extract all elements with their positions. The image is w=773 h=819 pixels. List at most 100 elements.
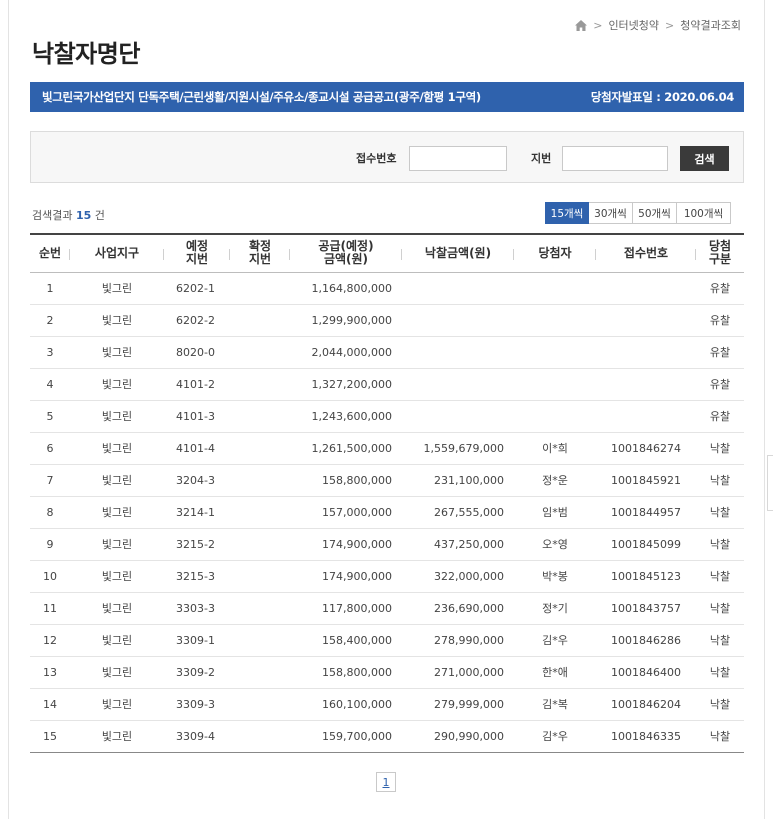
table-row: 14 빛그린 3309-3 160,100,000 279,999,000 김*복 1001… — [30, 688, 744, 720]
table-row: 7 빛그린 3204-3 158,800,000 231,100,000 정*운 10018… — [30, 464, 744, 496]
table-row: 11 빛그린 3303-3 117,800,000 236,690,000 정*기 1001… — [30, 592, 744, 624]
receipt-number-input[interactable] — [409, 146, 507, 171]
cell-winner: 박*봉 — [542, 570, 568, 583]
search-button[interactable]: 검색 — [680, 146, 729, 171]
cell-result-type: 낙찰 — [709, 506, 731, 519]
table-row: 12 빛그린 3309-1 158,400,000 278,990,000 김*우 1001… — [30, 624, 744, 656]
cell-winner — [514, 368, 596, 400]
lot-number-input[interactable] — [562, 146, 668, 171]
cell-bid-amount: 267,555,000 — [434, 505, 504, 519]
cell-district: 빛그린 — [101, 730, 133, 743]
cell-winner — [514, 400, 596, 432]
cell-winner — [514, 272, 596, 304]
cell-confirmed-lot — [230, 592, 290, 624]
cell-district: 빛그린 — [101, 666, 133, 679]
cell-confirmed-lot — [230, 688, 290, 720]
cell-seq: 1 — [46, 281, 54, 295]
home-icon[interactable] — [575, 19, 588, 31]
table-row: 5 빛그린 4101-3 1,243,600,000 유찰 — [30, 400, 744, 432]
cell-result-type: 유찰 — [709, 410, 731, 423]
cell-planned-lot: 4101-4 — [176, 441, 215, 455]
header-seq-line1: 순번 — [38, 245, 62, 260]
cell-planned-lot: 3214-1 — [176, 505, 215, 519]
result-count-number: 15 — [75, 209, 92, 222]
header-district-line1: 사업지구 — [94, 245, 140, 260]
cell-bid-amount — [402, 304, 514, 336]
cell-confirmed-lot — [230, 464, 290, 496]
breadcrumb-item-internet-subscription[interactable]: 인터넷청약 — [608, 17, 659, 33]
header-receipt-number-line1: 접수번호 — [623, 245, 669, 260]
cell-confirmed-lot — [230, 624, 290, 656]
pagination-page-1[interactable]: 1 — [376, 772, 396, 792]
cell-supply-amount: 174,900,000 — [322, 569, 392, 583]
cell-receipt-number: 1001846335 — [611, 729, 681, 743]
cell-seq: 5 — [46, 409, 54, 423]
cell-district: 빛그린 — [101, 410, 133, 423]
cell-confirmed-lot — [230, 400, 290, 432]
notice-title: 빛그린국가산업단지 단독주택/근린생활/지원시설/주유소/종교시설 공급공고(광… — [42, 90, 481, 104]
cell-receipt-number — [596, 400, 696, 432]
cell-bid-amount: 278,990,000 — [434, 633, 504, 647]
cell-planned-lot: 8020-0 — [176, 345, 215, 359]
cell-confirmed-lot — [230, 496, 290, 528]
cell-district: 빛그린 — [101, 538, 133, 551]
cell-seq: 6 — [46, 441, 54, 455]
header-supply-amount-line2: 금액(원) — [323, 252, 369, 267]
cell-district: 빛그린 — [101, 314, 133, 327]
cell-bid-amount — [402, 272, 514, 304]
cell-result-type: 유찰 — [709, 346, 731, 359]
header-planned-lot-line2: 지번 — [185, 252, 209, 267]
breadcrumb-item-result-lookup[interactable]: 청약결과조회 — [680, 17, 741, 33]
page-size-30[interactable]: 30개씩 — [588, 202, 633, 224]
cell-seq: 7 — [46, 473, 54, 487]
cell-result-type: 낙찰 — [709, 698, 731, 711]
table-row: 8 빛그린 3214-1 157,000,000 267,555,000 임*범 10018… — [30, 496, 744, 528]
cell-supply-amount: 1,261,500,000 — [311, 441, 392, 455]
header-result-type: 당첨 구분 — [696, 234, 744, 272]
cell-confirmed-lot — [230, 656, 290, 688]
cell-result-type: 낙찰 — [709, 442, 731, 455]
cell-bid-amount: 437,250,000 — [434, 537, 504, 551]
cell-confirmed-lot — [230, 272, 290, 304]
table-row: 9 빛그린 3215-2 174,900,000 437,250,000 오*영 10018… — [30, 528, 744, 560]
cell-supply-amount: 1,327,200,000 — [311, 377, 392, 391]
cell-supply-amount: 1,299,900,000 — [311, 313, 392, 327]
cell-district: 빛그린 — [101, 634, 133, 647]
cell-receipt-number: 1001843757 — [611, 601, 681, 615]
result-count-suffix: 건 — [94, 209, 105, 222]
cell-winner: 김*복 — [542, 698, 568, 711]
page-size-100[interactable]: 100개씩 — [676, 202, 731, 224]
result-count-prefix: 검색결과 — [32, 209, 73, 222]
cell-receipt-number: 1001846286 — [611, 633, 681, 647]
page-size-15[interactable]: 15개씩 — [545, 202, 589, 224]
cell-result-type: 유찰 — [709, 314, 731, 327]
cell-winner: 김*우 — [542, 730, 568, 743]
cell-winner: 김*우 — [542, 634, 568, 647]
cell-seq: 3 — [46, 345, 54, 359]
cell-district: 빛그린 — [101, 506, 133, 519]
cell-supply-amount: 159,700,000 — [322, 729, 392, 743]
page-size-50[interactable]: 50개씩 — [632, 202, 677, 224]
table-header-row: 순번 사업지구 예정 지번 확정 지번 공급(예정) 금액(원) 낙찰금액(원) 당첨자 접수번호 당… — [30, 234, 744, 272]
table-row: 2 빛그린 6202-2 1,299,900,000 유찰 — [30, 304, 744, 336]
header-result-type-line2: 구분 — [708, 252, 732, 267]
cell-district: 빛그린 — [101, 474, 133, 487]
cell-receipt-number: 1001844957 — [611, 505, 681, 519]
cell-supply-amount: 157,000,000 — [322, 505, 392, 519]
cell-seq: 11 — [43, 601, 57, 615]
cell-result-type: 낙찰 — [709, 666, 731, 679]
cell-result-type: 유찰 — [709, 282, 731, 295]
cell-result-type: 낙찰 — [709, 570, 731, 583]
cell-supply-amount: 117,800,000 — [322, 601, 392, 615]
table-row: 15 빛그린 3309-4 159,700,000 290,990,000 김*우 1001… — [30, 720, 744, 752]
table-row: 1 빛그린 6202-1 1,164,800,000 유찰 — [30, 272, 744, 304]
table-row: 6 빛그린 4101-4 1,261,500,000 1,559,679,000 이*희 1… — [30, 432, 744, 464]
cell-supply-amount: 2,044,000,000 — [311, 345, 392, 359]
cell-district: 빛그린 — [101, 378, 133, 391]
search-panel: 접수번호 지번 검색 — [30, 131, 744, 183]
cell-winner: 정*기 — [542, 602, 568, 615]
table-body: 1 빛그린 6202-1 1,164,800,000 유찰 2 빛그린 6202-2 1,299… — [30, 272, 744, 752]
cell-planned-lot: 4101-2 — [176, 377, 215, 391]
cell-confirmed-lot — [230, 560, 290, 592]
cell-planned-lot: 6202-2 — [176, 313, 215, 327]
